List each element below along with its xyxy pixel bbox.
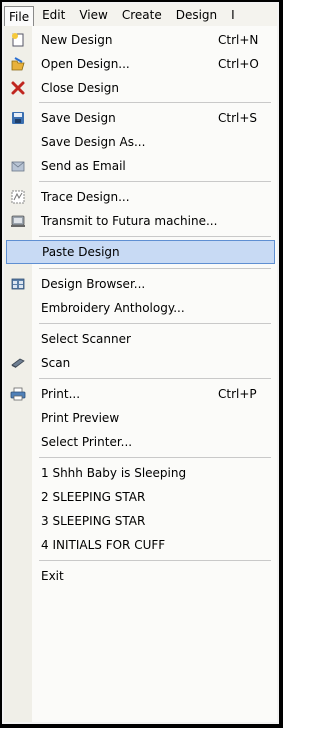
menu-item-recent-file-3[interactable]: 3 SLEEPING STAR [4,509,277,533]
trace-design-icon [10,189,26,205]
menu-item-label: 2 SLEEPING STAR [41,490,146,504]
menu-item-label: Exit [41,569,64,583]
menu-separator [39,102,271,103]
menu-edit[interactable]: Edit [36,6,71,24]
menu-item-design-browser[interactable]: Design Browser... [4,272,277,296]
menu-item-label: Close Design [41,81,119,95]
menu-item-shortcut: Ctrl+O [218,57,259,71]
menu-truncated[interactable]: I [225,6,241,24]
menu-item-label: Send as Email [41,159,126,173]
menu-item-label: Select Printer... [41,435,133,449]
menu-item-label: Transmit to Futura machine... [41,214,218,228]
email-icon [10,158,26,174]
menu-separator [39,236,271,237]
menu-separator [39,323,271,324]
menu-item-transmit-to-futura[interactable]: Transmit to Futura machine... [4,209,277,233]
menu-item-label: Embroidery Anthology... [41,301,185,315]
menu-separator [39,268,271,269]
design-browser-icon [10,276,26,292]
menu-item-print[interactable]: Print... Ctrl+P [4,382,277,406]
menu-item-shortcut: Ctrl+S [218,111,258,125]
menu-item-shortcut: Ctrl+P [218,387,257,401]
new-design-icon [10,32,26,48]
menu-separator [39,560,271,561]
menu-item-label: Open Design... [41,57,130,71]
menu-create[interactable]: Create [116,6,168,24]
window-frame: File Edit View Create Design I New Desig… [0,0,283,728]
menu-separator [39,181,271,182]
menu-item-scan[interactable]: Scan [4,351,277,375]
menu-item-save-design-as[interactable]: Save Design As... [4,130,277,154]
menu-item-label: Print... [41,387,81,401]
menu-item-close-design[interactable]: Close Design [4,76,277,100]
menu-item-print-preview[interactable]: Print Preview [4,406,277,430]
menu-item-label: 4 INITIALS FOR CUFF [41,538,166,552]
file-menu-dropdown: New Design Ctrl+N Open Design... Ctrl+O … [4,26,277,722]
menu-item-label: Save Design As... [41,135,146,149]
menu-item-paste-design[interactable]: Paste Design [6,240,275,264]
menu-separator [39,378,271,379]
menu-item-new-design[interactable]: New Design Ctrl+N [4,28,277,52]
menu-item-embroidery-anthology[interactable]: Embroidery Anthology... [4,296,277,320]
menu-file[interactable]: File [4,5,35,27]
printer-icon [10,386,26,402]
menu-item-recent-file-2[interactable]: 2 SLEEPING STAR [4,485,277,509]
open-design-icon [10,56,26,72]
menu-item-save-design[interactable]: Save Design Ctrl+S [4,106,277,130]
menu-item-label: Print Preview [41,411,120,425]
menu-item-open-design[interactable]: Open Design... Ctrl+O [4,52,277,76]
menu-item-label: Paste Design [42,245,120,259]
menu-item-label: 1 Shhh Baby is Sleeping [41,466,187,480]
menu-separator [39,457,271,458]
menu-item-label: New Design [41,33,113,47]
menu-item-recent-file-4[interactable]: 4 INITIALS FOR CUFF [4,533,277,557]
menu-design[interactable]: Design [170,6,223,24]
menu-item-select-printer[interactable]: Select Printer... [4,430,277,454]
menu-item-recent-file-1[interactable]: 1 Shhh Baby is Sleeping [4,461,277,485]
menu-item-label: Select Scanner [41,332,131,346]
menu-item-exit[interactable]: Exit [4,564,277,588]
menu-item-trace-design[interactable]: Trace Design... [4,185,277,209]
menu-item-select-scanner[interactable]: Select Scanner [4,327,277,351]
menu-item-label: Design Browser... [41,277,146,291]
save-design-icon [10,110,26,126]
menu-item-label: 3 SLEEPING STAR [41,514,146,528]
menu-bar: File Edit View Create Design I [4,4,277,27]
scan-icon [10,355,26,371]
menu-item-label: Save Design [41,111,116,125]
transmit-icon [10,213,26,229]
menu-item-label: Scan [41,356,71,370]
menu-view[interactable]: View [73,6,113,24]
menu-item-label: Trace Design... [41,190,130,204]
menu-item-shortcut: Ctrl+N [218,33,259,47]
close-design-icon [10,80,26,96]
menu-item-send-as-email[interactable]: Send as Email [4,154,277,178]
